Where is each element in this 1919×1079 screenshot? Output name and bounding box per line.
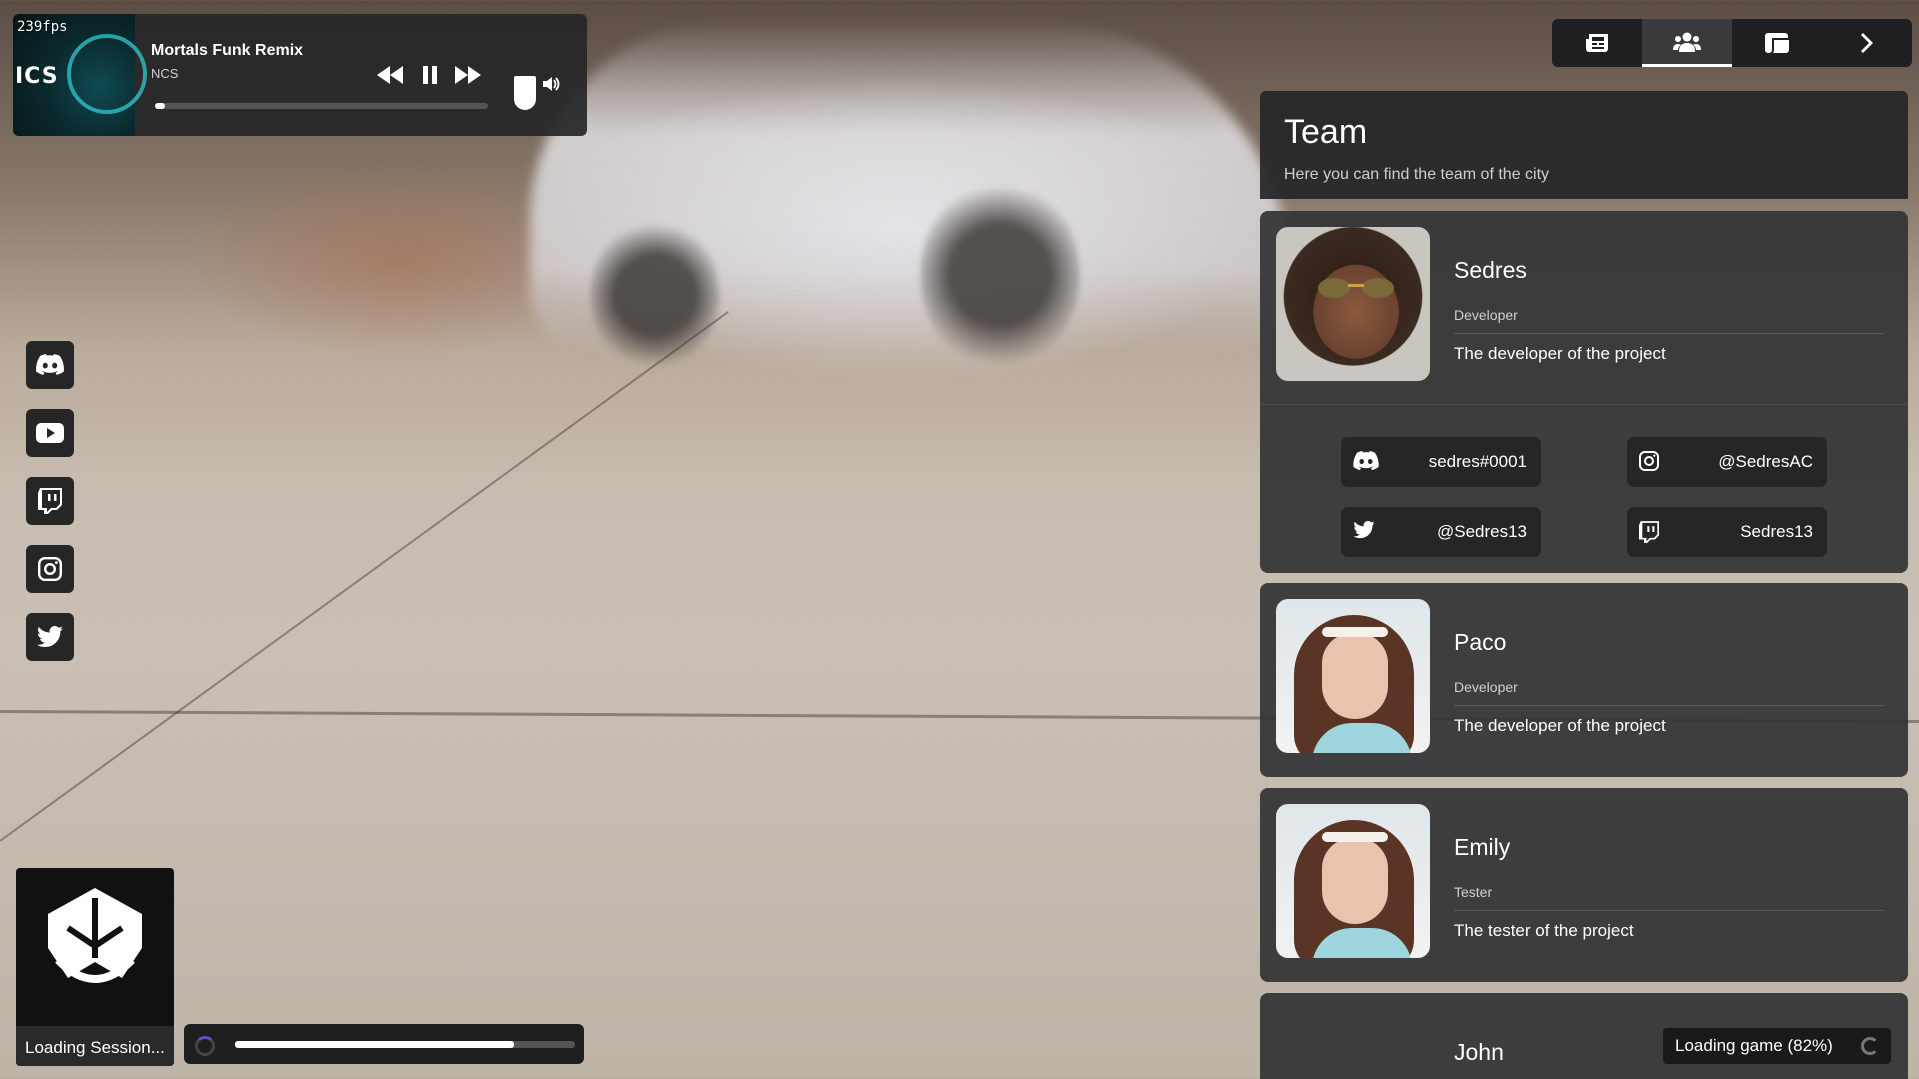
team-member-card[interactable]: Sedres Developer The developer of the pr…	[1260, 211, 1908, 573]
top-navigation	[1552, 19, 1912, 67]
rewind-icon	[377, 66, 403, 84]
rewind-button[interactable]	[376, 62, 404, 88]
member-photo	[1276, 227, 1430, 381]
member-avatar	[1276, 804, 1430, 958]
member-description: The developer of the project	[1454, 344, 1666, 363]
fast-forward-button[interactable]	[454, 62, 482, 88]
member-name: John	[1454, 1039, 1504, 1065]
discord-icon	[1353, 451, 1379, 471]
server-logo-icon	[48, 888, 142, 983]
team-icon	[1673, 32, 1701, 52]
loading-spinner-icon	[1861, 1037, 1879, 1055]
member-name: Sedres	[1454, 257, 1527, 283]
card-divider	[1260, 404, 1908, 405]
background-road-crack	[0, 311, 729, 842]
news-icon	[1586, 34, 1608, 52]
member-avatar	[1276, 599, 1430, 753]
page-title: Team	[1284, 113, 1368, 151]
track-artist: NCS	[151, 66, 179, 81]
member-role: Developer	[1454, 307, 1518, 323]
tab-next[interactable]	[1822, 19, 1912, 67]
instagram-link[interactable]	[26, 545, 74, 593]
twitch-handle-button[interactable]: Sedres13	[1627, 507, 1827, 557]
instagram-handle-button[interactable]: @SedresAC	[1627, 437, 1827, 487]
discord-handle-button[interactable]: sedres#0001	[1341, 437, 1541, 487]
loading-game-toast: Loading game (82%)	[1663, 1028, 1891, 1064]
background-wheel	[590, 220, 720, 370]
loading-game-text: Loading game (82%)	[1675, 1036, 1833, 1055]
member-divider	[1454, 705, 1884, 706]
server-logo-panel: Loading Session...	[16, 868, 174, 1066]
volume-slider[interactable]	[514, 76, 536, 110]
twitter-link[interactable]	[26, 613, 74, 661]
twitter-icon	[37, 626, 63, 648]
session-loading-bar	[184, 1024, 584, 1064]
instagram-icon	[38, 557, 62, 581]
instagram-icon	[1639, 451, 1659, 471]
youtube-link[interactable]	[26, 409, 74, 457]
twitch-icon	[1639, 521, 1659, 543]
member-avatar	[1276, 227, 1430, 381]
track-progress-fill	[155, 103, 165, 109]
twitter-handle-button[interactable]: @Sedres13	[1341, 507, 1541, 557]
session-progress-fill	[235, 1041, 514, 1048]
instagram-handle: @SedresAC	[1718, 452, 1813, 471]
twitch-link[interactable]	[26, 477, 74, 525]
loading-spinner-icon	[195, 1036, 215, 1056]
album-cover-text: ICS	[15, 64, 59, 89]
session-progress-track	[235, 1041, 575, 1048]
member-name: Emily	[1454, 834, 1511, 860]
discord-handle: sedres#0001	[1428, 452, 1527, 471]
twitter-handle: @Sedres13	[1436, 522, 1527, 541]
music-player: ICS Mortals Funk Remix NCS	[13, 14, 587, 136]
track-title: Mortals Funk Remix	[151, 42, 304, 59]
tab-team[interactable]	[1642, 19, 1732, 67]
pause-icon	[423, 66, 437, 84]
youtube-icon	[36, 423, 64, 443]
page-subtitle: Here you can find the team of the city	[1284, 166, 1550, 183]
member-role: Tester	[1454, 884, 1493, 900]
member-divider	[1454, 910, 1884, 911]
track-progress-bar[interactable]	[155, 103, 488, 109]
member-description: The tester of the project	[1454, 921, 1634, 940]
team-member-card[interactable]: Emily Tester The tester of the project	[1260, 788, 1908, 982]
background-wheel	[920, 180, 1080, 370]
member-divider	[1454, 333, 1884, 334]
discord-link[interactable]	[26, 341, 74, 389]
team-member-card[interactable]: Paco Developer The developer of the proj…	[1260, 583, 1908, 777]
album-cover-ring	[67, 34, 147, 114]
member-photo	[1276, 599, 1430, 753]
tab-rules[interactable]	[1732, 19, 1822, 67]
member-photo	[1276, 804, 1430, 958]
member-description: The developer of the project	[1454, 716, 1666, 735]
volume-icon[interactable]	[543, 77, 561, 91]
fast-forward-icon	[455, 66, 481, 84]
member-name: Paco	[1454, 629, 1507, 655]
twitter-icon	[1353, 521, 1375, 539]
discord-icon	[36, 354, 64, 375]
sunglasses-detail	[1318, 278, 1394, 298]
team-header: Team Here you can find the team of the c…	[1260, 91, 1908, 199]
chevron-right-icon	[1861, 33, 1873, 53]
rules-icon	[1765, 33, 1789, 53]
pause-button[interactable]	[416, 62, 444, 88]
twitch-icon	[38, 488, 62, 514]
session-status-text: Loading Session...	[16, 1026, 174, 1066]
tab-news[interactable]	[1552, 19, 1642, 67]
member-role: Developer	[1454, 679, 1518, 695]
twitch-handle: Sedres13	[1740, 522, 1813, 541]
fps-counter: 239fps	[17, 19, 68, 35]
